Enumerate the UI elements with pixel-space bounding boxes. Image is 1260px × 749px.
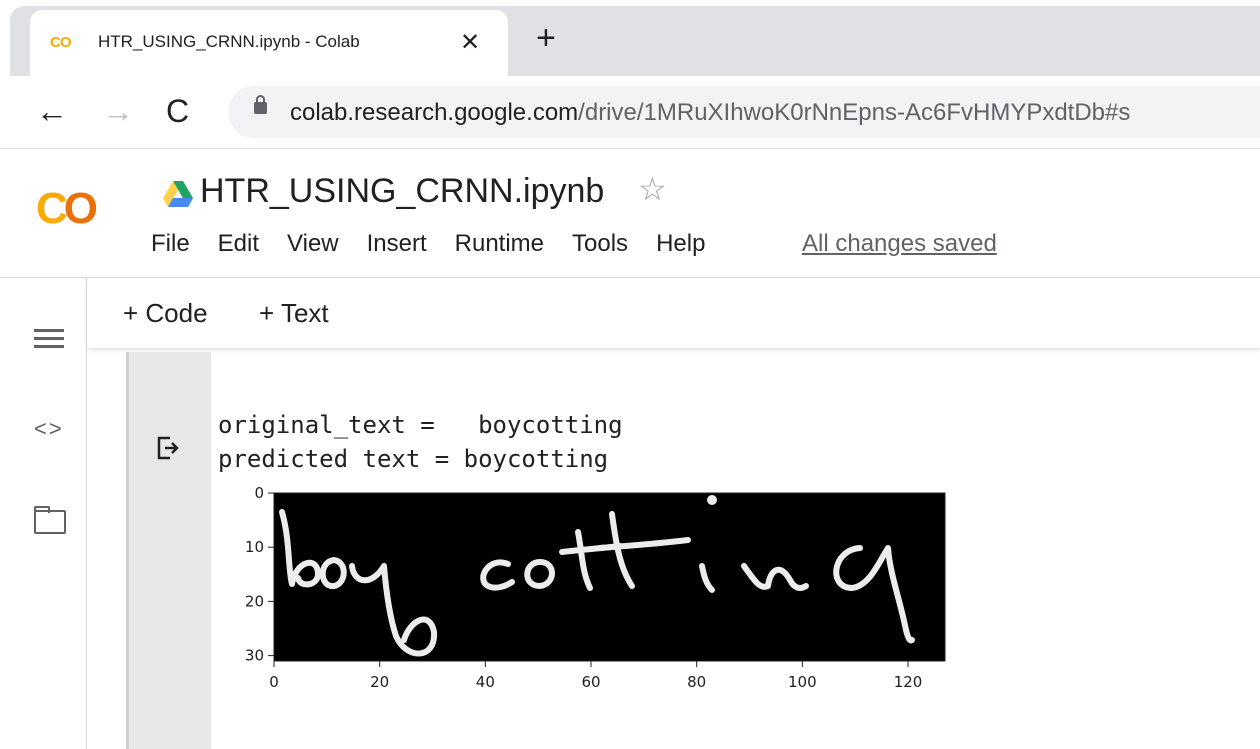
y-axis-ticks: 0 10 20 30 <box>245 484 274 665</box>
y-tick-label: 0 <box>254 484 264 502</box>
x-tick-label: 80 <box>687 673 706 691</box>
x-axis-ticks: 0 20 40 60 80 100 120 <box>269 661 922 691</box>
output-image-plot: 0 20 40 60 80 100 120 0 10 20 30 <box>245 484 946 691</box>
y-tick-label: 10 <box>245 538 264 556</box>
y-tick-label: 30 <box>245 647 264 665</box>
x-tick-label: 40 <box>476 673 495 691</box>
x-tick-label: 0 <box>269 673 279 691</box>
y-tick-label: 20 <box>245 592 264 610</box>
x-tick-label: 60 <box>581 673 600 691</box>
x-tick-label: 100 <box>788 673 817 691</box>
x-tick-label: 120 <box>894 673 923 691</box>
x-tick-label: 20 <box>370 673 389 691</box>
